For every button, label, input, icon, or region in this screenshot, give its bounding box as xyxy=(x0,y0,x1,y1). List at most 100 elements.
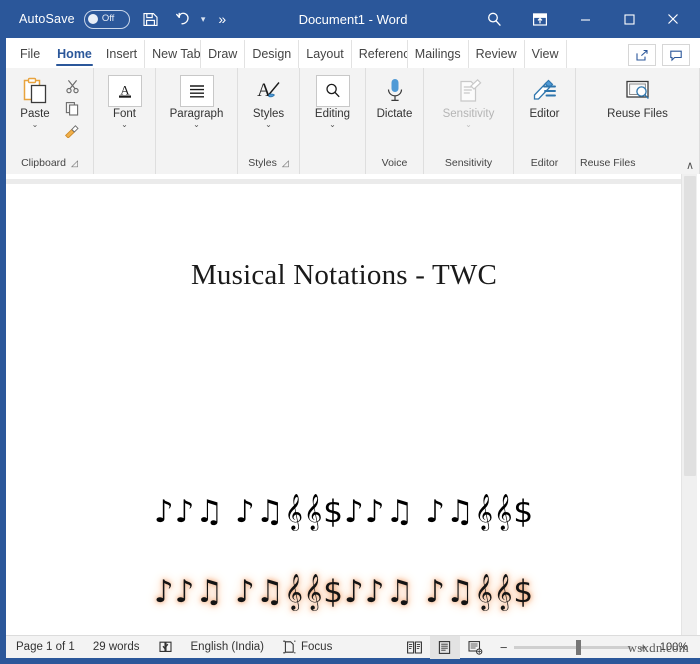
scrollbar-thumb[interactable] xyxy=(684,176,696,476)
editor-group-label: Editor xyxy=(530,157,559,169)
font-button[interactable]: A Font ⌄ xyxy=(98,73,152,129)
read-mode-button[interactable] xyxy=(400,636,430,659)
tab-draw-label: Draw xyxy=(208,47,238,61)
tab-insert[interactable]: Insert xyxy=(99,40,146,68)
autosave-label: AutoSave xyxy=(19,12,75,26)
tab-home[interactable]: Home xyxy=(50,40,99,68)
microphone-icon xyxy=(378,75,412,107)
sensitivity-icon xyxy=(452,75,486,107)
tab-mailings[interactable]: Mailings xyxy=(408,40,469,68)
more-commands-icon[interactable]: » xyxy=(218,11,226,27)
focus-mode-button[interactable]: Focus xyxy=(273,636,341,659)
editor-pen-icon xyxy=(528,75,562,107)
ribbon-group-reuse-files: Reuse Files Reuse Files xyxy=(576,68,700,174)
tab-references[interactable]: References xyxy=(352,40,408,68)
zoom-slider-thumb[interactable] xyxy=(576,639,582,655)
undo-icon[interactable] xyxy=(172,7,196,31)
paragraph-button[interactable]: Paragraph ⌄ xyxy=(170,73,224,129)
comments-icon[interactable] xyxy=(662,44,690,66)
paragraph-button-label: Paragraph xyxy=(169,108,224,120)
editing-dropdown-caret[interactable]: ⌄ xyxy=(329,121,336,129)
paragraph-group-footer xyxy=(156,154,237,174)
maximize-button[interactable] xyxy=(607,0,651,38)
tab-view-label: View xyxy=(531,47,559,61)
editor-button[interactable]: Editor xyxy=(518,73,572,120)
save-icon[interactable] xyxy=(139,7,163,31)
font-group-footer xyxy=(94,154,155,174)
styles-group-label: Styles xyxy=(248,157,277,169)
tab-view[interactable]: View xyxy=(525,40,567,68)
paragraph-icon xyxy=(179,75,214,107)
svg-text:A: A xyxy=(257,80,271,101)
clipboard-group-label: Clipboard xyxy=(21,157,67,169)
window-controls xyxy=(471,0,695,38)
reuse-files-button[interactable]: Reuse Files xyxy=(607,73,668,120)
proofing-errors-icon[interactable] xyxy=(149,636,182,659)
format-painter-icon[interactable] xyxy=(61,120,83,140)
tab-design-label: Design xyxy=(252,47,292,61)
word-window: AutoSave Off ▾ » Document1 - Word File H… xyxy=(0,0,700,664)
editor-group-footer: Editor xyxy=(514,154,575,174)
tab-design[interactable]: Design xyxy=(245,40,300,68)
zoom-out-button[interactable]: − xyxy=(500,641,508,654)
clipboard-dialog-launcher[interactable]: ◿ xyxy=(71,158,78,169)
sensitivity-dropdown-caret[interactable]: ⌄ xyxy=(465,121,472,129)
styles-dropdown-caret[interactable]: ⌄ xyxy=(265,121,272,129)
copy-icon[interactable] xyxy=(61,98,83,118)
font-dropdown-caret[interactable]: ⌄ xyxy=(121,121,128,129)
tab-new-tab[interactable]: New Tab xyxy=(145,40,202,68)
web-layout-button[interactable] xyxy=(460,636,490,659)
ribbon-tabs: File Home Insert New Tab Draw Design Lay… xyxy=(6,38,700,68)
tab-draw[interactable]: Draw xyxy=(201,40,246,68)
styles-icon: A xyxy=(252,75,286,107)
language-indicator[interactable]: English (India) xyxy=(182,636,274,659)
tabstrip-actions xyxy=(622,44,700,68)
vertical-scrollbar[interactable] xyxy=(681,174,697,638)
cut-icon[interactable] xyxy=(61,76,83,96)
word-count[interactable]: 29 words xyxy=(84,636,149,659)
styles-dialog-launcher[interactable]: ◿ xyxy=(282,158,289,169)
tab-review[interactable]: Review xyxy=(469,40,525,68)
reuse-files-group-footer: Reuse Files xyxy=(576,154,699,174)
share-icon[interactable] xyxy=(628,44,656,66)
ribbon-group-sensitivity: Sensitivity ⌄ Sensitivity xyxy=(424,68,514,174)
notation-text-glow: ♪♪♫ ♪♫𝄞𝄞$♪♪♫ ♪♫𝄞𝄞$ xyxy=(153,574,535,610)
tab-layout[interactable]: Layout xyxy=(299,40,352,68)
notation-text-plain-top: ♪♪♫ ♪♫𝄞𝄞$♪♪♫ ♪♫𝄞𝄞$ xyxy=(153,494,535,530)
tab-file[interactable]: File xyxy=(6,40,50,68)
paste-button[interactable]: Paste ⌄ xyxy=(12,73,58,129)
editing-button[interactable]: Editing ⌄ xyxy=(306,73,360,129)
ribbon-display-options-icon[interactable] xyxy=(517,0,563,38)
tab-layout-label: Layout xyxy=(306,47,344,61)
styles-button[interactable]: A Styles ⌄ xyxy=(242,73,296,129)
ribbon-group-font: A Font ⌄ xyxy=(94,68,156,174)
styles-group-footer: Styles ◿ xyxy=(238,154,299,174)
search-icon[interactable] xyxy=(471,0,517,38)
document-page[interactable]: Musical Notations - TWC ♪♪♫ ♪♫𝄞𝄞$♪♪♫ ♪♫𝄞… xyxy=(6,179,682,638)
page-indicator[interactable]: Page 1 of 1 xyxy=(6,636,84,659)
dictate-button[interactable]: Dictate xyxy=(368,73,422,120)
minimize-button[interactable] xyxy=(563,0,607,38)
page-top-edge xyxy=(6,179,682,184)
editing-group-footer xyxy=(300,154,365,174)
close-button[interactable] xyxy=(651,0,695,38)
clipboard-mini-buttons xyxy=(61,73,83,140)
sensitivity-button[interactable]: Sensitivity ⌄ xyxy=(432,73,506,129)
voice-group-label: Voice xyxy=(381,157,408,169)
zoom-slider-track[interactable] xyxy=(514,639,633,655)
paste-dropdown-caret[interactable]: ⌄ xyxy=(32,121,39,129)
autosave-toggle[interactable]: Off xyxy=(83,9,130,29)
paragraph-dropdown-caret[interactable]: ⌄ xyxy=(193,121,200,129)
print-layout-button[interactable] xyxy=(429,635,460,659)
collapse-ribbon-icon[interactable]: ∧ xyxy=(686,159,694,172)
undo-dropdown-caret[interactable]: ▾ xyxy=(201,14,206,25)
sensitivity-button-label: Sensitivity xyxy=(442,108,495,120)
status-bar: Page 1 of 1 29 words English (India) Foc… xyxy=(6,635,700,659)
sensitivity-group-label: Sensitivity xyxy=(444,157,493,169)
active-tab-underline xyxy=(56,63,93,66)
styles-button-label: Styles xyxy=(252,108,285,120)
ribbon: Paste ⌄ Clipboard ◿ A Font ⌄ Paragraph ⌄… xyxy=(6,68,700,175)
editing-button-label: Editing xyxy=(314,108,351,120)
font-icon: A xyxy=(107,75,142,107)
ribbon-group-editing: Editing ⌄ xyxy=(300,68,366,174)
